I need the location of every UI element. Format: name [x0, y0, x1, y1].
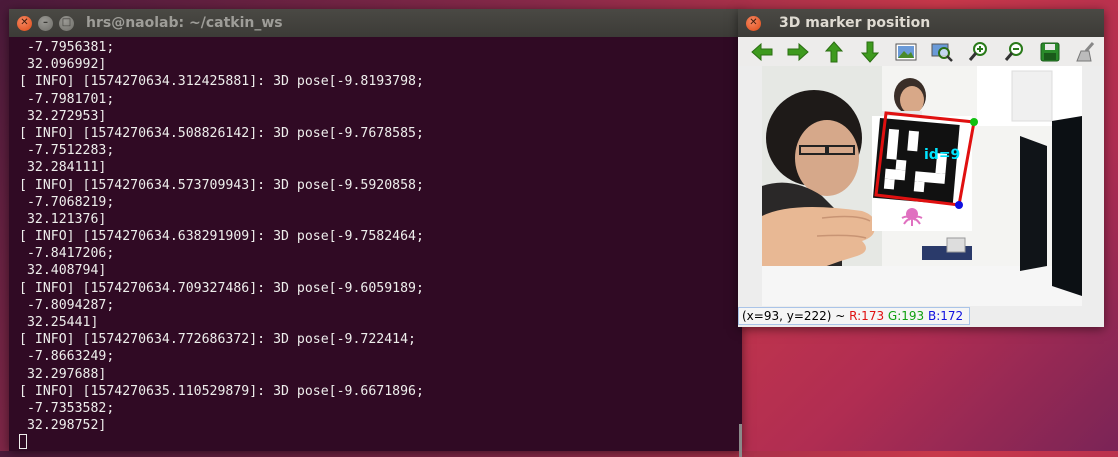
terminal-cursor — [19, 434, 27, 450]
close-icon[interactable]: ✕ — [746, 15, 761, 31]
terminal-line: 32.121376] — [19, 211, 107, 227]
red-value: R:173 — [849, 309, 885, 323]
terminal-line: -7.7981701; — [19, 91, 115, 107]
close-icon[interactable]: ✕ — [17, 15, 32, 31]
clear-icon[interactable] — [1068, 39, 1104, 65]
terminal-line: -7.7956381; — [19, 40, 115, 55]
zoom-fit-icon[interactable] — [924, 39, 960, 65]
terminal-line: -7.8663249; — [19, 349, 115, 365]
viewer-toolbar — [738, 37, 1104, 66]
viewer-titlebar[interactable]: ✕ 3D marker position — [738, 9, 1104, 37]
terminal-line: 32.297688] — [19, 366, 107, 382]
minimize-icon[interactable]: – — [38, 15, 53, 31]
back-arrow-icon[interactable] — [744, 39, 780, 65]
terminal-line: 32.284111] — [19, 160, 107, 176]
pixel-status-bar: (x=93, y=222) ~ R:173 G:193 B:172 — [738, 307, 970, 325]
maximize-icon[interactable]: □ — [59, 15, 74, 31]
terminal-line: [ INFO] [1574270634.573709943]: 3D pose[… — [19, 177, 424, 193]
terminal-line: 32.25441] — [19, 315, 99, 330]
terminal-line: 32.298752] — [19, 418, 107, 434]
camera-image[interactable]: id=9 — [762, 66, 1082, 306]
terminal-line: 32.408794] — [19, 263, 107, 279]
cursor-coords: (x=93, y=222) — [742, 309, 832, 323]
terminal-line: [ INFO] [1574270634.508826142]: 3D pose[… — [19, 125, 424, 141]
terminal-line: -7.8094287; — [19, 297, 115, 313]
up-arrow-icon[interactable] — [816, 39, 852, 65]
terminal-line: [ INFO] [1574270635.110529879]: 3D pose[… — [19, 383, 424, 399]
terminal-line: -7.7512283; — [19, 143, 115, 159]
terminal-line: [ INFO] [1574270634.709327486]: 3D pose[… — [19, 280, 424, 296]
terminal-line: 32.272953] — [19, 108, 107, 124]
terminal-line: -7.8417206; — [19, 246, 115, 262]
terminal-line: -7.7068219; — [19, 194, 115, 210]
terminal-line: [ INFO] [1574270634.772686372]: 3D pose[… — [19, 332, 416, 348]
blue-value: B:172 — [928, 309, 964, 323]
marker-id-label: id=9 — [924, 147, 960, 163]
terminal-title: hrs@naolab: ~/catkin_ws — [86, 15, 283, 31]
terminal-line: [ INFO] [1574270634.638291909]: 3D pose[… — [19, 229, 424, 245]
terminal-line: [ INFO] [1574270634.312425881]: 3D pose[… — [19, 74, 424, 90]
down-arrow-icon[interactable] — [852, 39, 888, 65]
status-separator: ~ — [831, 309, 850, 323]
image-viewer-window[interactable]: ✕ 3D marker position id=9 (x=93, y=222) … — [738, 9, 1104, 327]
image-icon[interactable] — [888, 39, 924, 65]
terminal-window[interactable]: ✕ – □ hrs@naolab: ~/catkin_ws -7.7956381… — [9, 9, 742, 457]
viewer-title: 3D marker position — [779, 15, 931, 31]
zoom-out-icon[interactable] — [996, 39, 1032, 65]
terminal-line: 32.096992] — [19, 57, 107, 73]
terminal-line: -7.7353582; — [19, 400, 115, 416]
zoom-in-icon[interactable] — [960, 39, 996, 65]
terminal-scrollbar[interactable] — [739, 424, 742, 457]
forward-arrow-icon[interactable] — [780, 39, 816, 65]
green-value: G:193 — [887, 309, 925, 323]
terminal-prompt[interactable] — [19, 434, 742, 451]
terminal-titlebar[interactable]: ✕ – □ hrs@naolab: ~/catkin_ws — [9, 9, 742, 37]
terminal-output[interactable]: -7.7956381; 32.096992][ INFO] [157427063… — [9, 39, 742, 451]
save-icon[interactable] — [1032, 39, 1068, 65]
